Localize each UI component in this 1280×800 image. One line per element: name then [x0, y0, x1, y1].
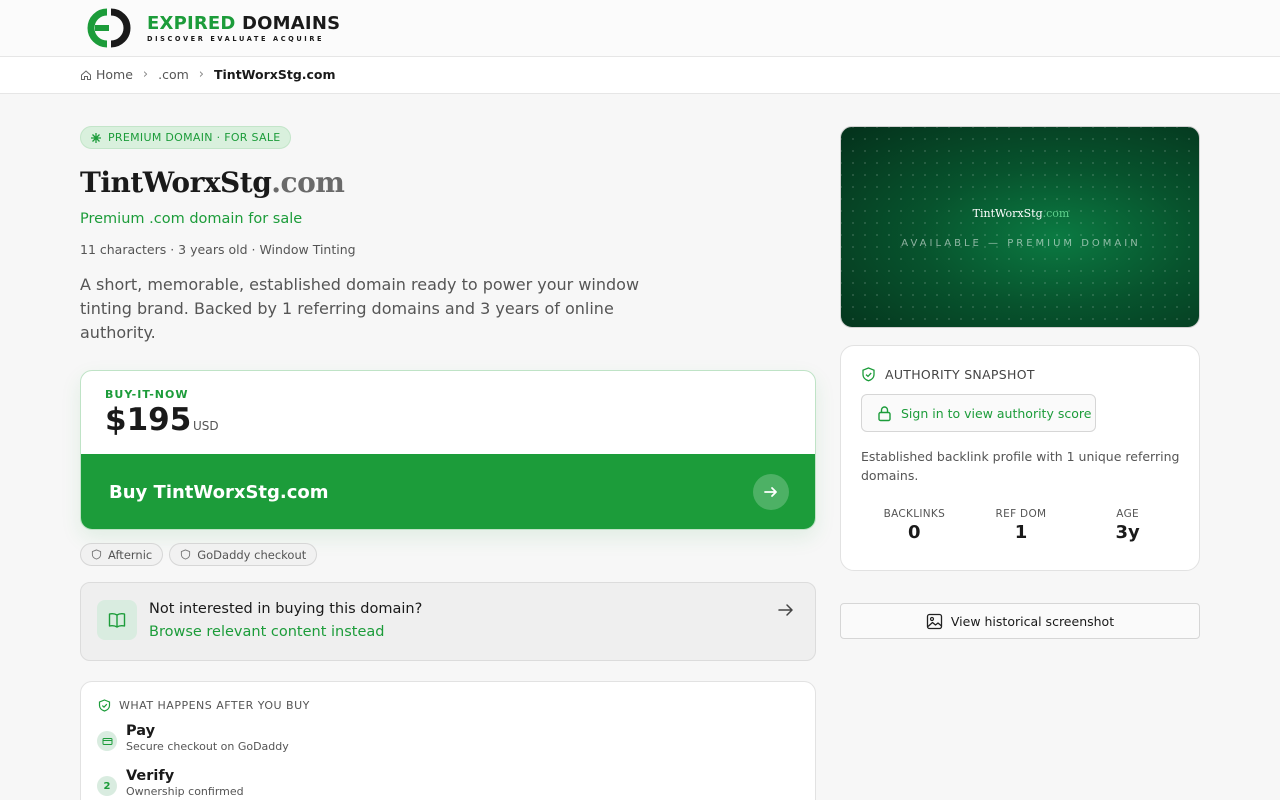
home-icon [81, 69, 91, 80]
step-pay: Pay Secure checkout on GoDaddy [97, 723, 289, 753]
image-icon [926, 613, 943, 629]
historical-screenshot-label: View historical screenshot [950, 613, 1115, 629]
stat-label: REF DOM [995, 508, 1047, 520]
price-currency: USD [193, 419, 219, 433]
stat-value: 0 [908, 522, 921, 543]
breadcrumb: Home › .com › TintWorxStg.com [0, 57, 1280, 94]
breadcrumb-tld[interactable]: .com [158, 67, 189, 82]
stat-value: 3y [1115, 522, 1140, 543]
buy-button-label: Buy TintWorxStg.com [109, 482, 329, 503]
stat-value: 1 [1014, 522, 1028, 543]
chevron-right-icon: › [142, 67, 149, 82]
sign-in-label: Sign in to view authority score [901, 405, 1092, 421]
after-purchase-heading: WHAT HAPPENS AFTER YOU BUY [98, 699, 310, 712]
page-subtitle: Premium .com domain for sale [80, 211, 303, 227]
preview-domain: TintWorxStg.com [841, 207, 1199, 220]
buy-button[interactable]: Buy TintWorxStg.com [81, 454, 815, 529]
card-icon [97, 731, 117, 751]
stat-age: AGE 3y [1074, 508, 1181, 543]
authority-stats: BACKLINKS 0 REF DOM 1 AGE 3y [861, 508, 1181, 543]
shield-check-icon [98, 699, 111, 712]
sign-in-button[interactable]: Sign in to view authority score [861, 394, 1096, 432]
preview-caption: AVAILABLE — PREMIUM DOMAIN [901, 238, 1141, 249]
preview-domain-tld: .com [1042, 207, 1070, 220]
preview-domain-name: TintWorxStg [972, 207, 1043, 220]
browse-link[interactable]: Browse relevant content instead [149, 624, 384, 640]
site-logo[interactable]: EXPIRED DOMAINS DISCOVER EVALUATE ACQUIR… [87, 8, 340, 48]
logo-icon [87, 8, 131, 48]
browse-content-card[interactable]: Not interested in buying this domain? Br… [80, 582, 816, 661]
site-header: EXPIRED DOMAINS DISCOVER EVALUATE ACQUIR… [0, 0, 1280, 57]
buy-card: BUY-IT-NOW $195 USD Buy TintWorxStg.com [80, 370, 816, 530]
after-purchase-heading-label: WHAT HAPPENS AFTER YOU BUY [119, 699, 310, 712]
domain-preview-image: TintWorxStg.com AVAILABLE — PREMIUM DOMA… [840, 126, 1200, 328]
after-purchase-card: WHAT HAPPENS AFTER YOU BUY Pay Secure ch… [80, 681, 816, 800]
step-verify-sub: Ownership confirmed [126, 785, 244, 798]
checkout-chips: Afternic GoDaddy checkout [80, 543, 318, 566]
shield-check-icon [862, 367, 875, 382]
authority-heading-label: AUTHORITY SNAPSHOT [885, 367, 1035, 382]
browse-question: Not interested in buying this domain? [149, 601, 423, 617]
chip-godaddy-label: GoDaddy checkout [197, 547, 307, 562]
domain-meta: 11 characters · 3 years old · Window Tin… [80, 242, 356, 257]
step-number: 2 [97, 776, 117, 796]
stat-backlinks: BACKLINKS 0 [861, 508, 968, 543]
domain-description: A short, memorable, established domain r… [80, 275, 640, 342]
shield-icon [91, 549, 102, 560]
stat-label: BACKLINKS [883, 508, 946, 520]
buy-it-now-label: BUY-IT-NOW [105, 388, 189, 401]
chevron-right-icon: › [198, 67, 204, 82]
authority-description: Established backlink profile with 1 uniq… [861, 449, 1180, 483]
logo-tagline: DISCOVER EVALUATE ACQUIRE [147, 34, 325, 43]
dot-pattern [841, 127, 1199, 327]
historical-screenshot-button[interactable]: View historical screenshot [840, 603, 1200, 639]
authority-heading: AUTHORITY SNAPSHOT [861, 367, 1035, 382]
premium-badge-label: PREMIUM DOMAIN · FOR SALE [108, 131, 281, 144]
domain-tld: .com [271, 166, 345, 199]
domain-name: TintWorxStg [80, 166, 272, 199]
chip-godaddy: GoDaddy checkout [169, 543, 318, 566]
lock-icon [878, 405, 891, 421]
authority-card: AUTHORITY SNAPSHOT Sign in to view autho… [840, 345, 1200, 571]
logo-word-expired: EXPIRED [147, 12, 236, 34]
chip-afternic: Afternic [80, 543, 164, 566]
step-verify-title: Verify [126, 768, 175, 784]
arrow-right-icon [753, 474, 789, 510]
stat-label: AGE [1116, 508, 1139, 520]
step-pay-title: Pay [126, 723, 156, 739]
step-pay-sub: Secure checkout on GoDaddy [126, 740, 289, 753]
price-value: $195 [105, 402, 192, 438]
premium-badge: PREMIUM DOMAIN · FOR SALE [80, 126, 291, 149]
chip-afternic-label: Afternic [108, 547, 153, 562]
breadcrumb-current: TintWorxStg.com [214, 67, 336, 82]
logo-word-domains: DOMAINS [242, 12, 341, 34]
stat-ref-domains: REF DOM 1 [968, 508, 1075, 543]
page-title: TintWorxStg.com [80, 166, 345, 199]
sparkle-icon [91, 132, 101, 143]
shield-icon [181, 549, 191, 560]
arrow-right-icon [778, 604, 793, 616]
step-verify: 2 Verify Ownership confirmed [97, 768, 244, 798]
breadcrumb-home[interactable]: Home [96, 67, 133, 82]
book-icon [97, 600, 137, 640]
